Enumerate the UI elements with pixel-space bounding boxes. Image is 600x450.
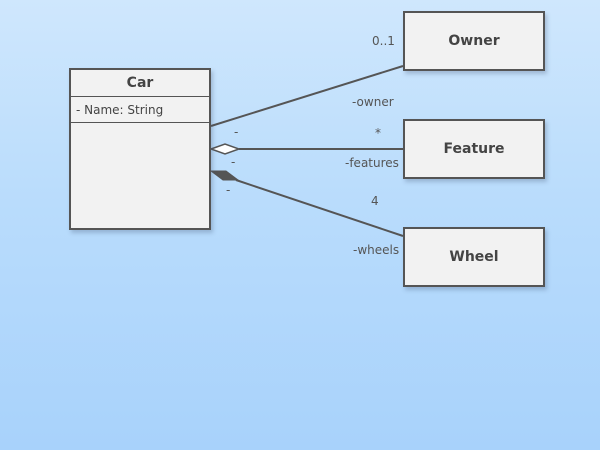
wheel-multiplicity-label: 4	[371, 194, 379, 208]
feature-multiplicity-label: *	[375, 126, 381, 140]
owner-class-title: Owner	[448, 33, 500, 49]
owner-class[interactable]: Owner	[403, 11, 545, 71]
aggregation-diamond-icon	[208, 143, 242, 155]
car-class[interactable]: Car - Name: String	[69, 68, 211, 230]
owner-source-end-label: -	[234, 125, 239, 139]
wheel-class-title: Wheel	[449, 249, 499, 265]
feature-source-end-label: -	[231, 155, 236, 169]
wheel-association-line[interactable]	[235, 179, 404, 237]
composition-diamond-icon	[209, 170, 240, 181]
feature-role-label: -features	[345, 156, 399, 170]
feature-class-title: Feature	[443, 141, 505, 157]
owner-role-label: -owner	[352, 95, 394, 109]
wheel-class[interactable]: Wheel	[403, 227, 545, 287]
feature-class[interactable]: Feature	[403, 119, 545, 179]
car-class-title: Car	[126, 75, 154, 91]
wheel-source-end-label: -	[226, 183, 231, 197]
wheel-role-label: -wheels	[353, 243, 400, 257]
owner-multiplicity-label: 0..1	[372, 34, 395, 48]
car-class-header: Car	[71, 70, 209, 97]
car-attribute-name: - Name: String	[76, 102, 164, 117]
car-attributes-compartment: - Name: String	[71, 97, 209, 123]
diagram-canvas: Car - Name: String Owner Feature Wheel 0…	[0, 0, 600, 450]
